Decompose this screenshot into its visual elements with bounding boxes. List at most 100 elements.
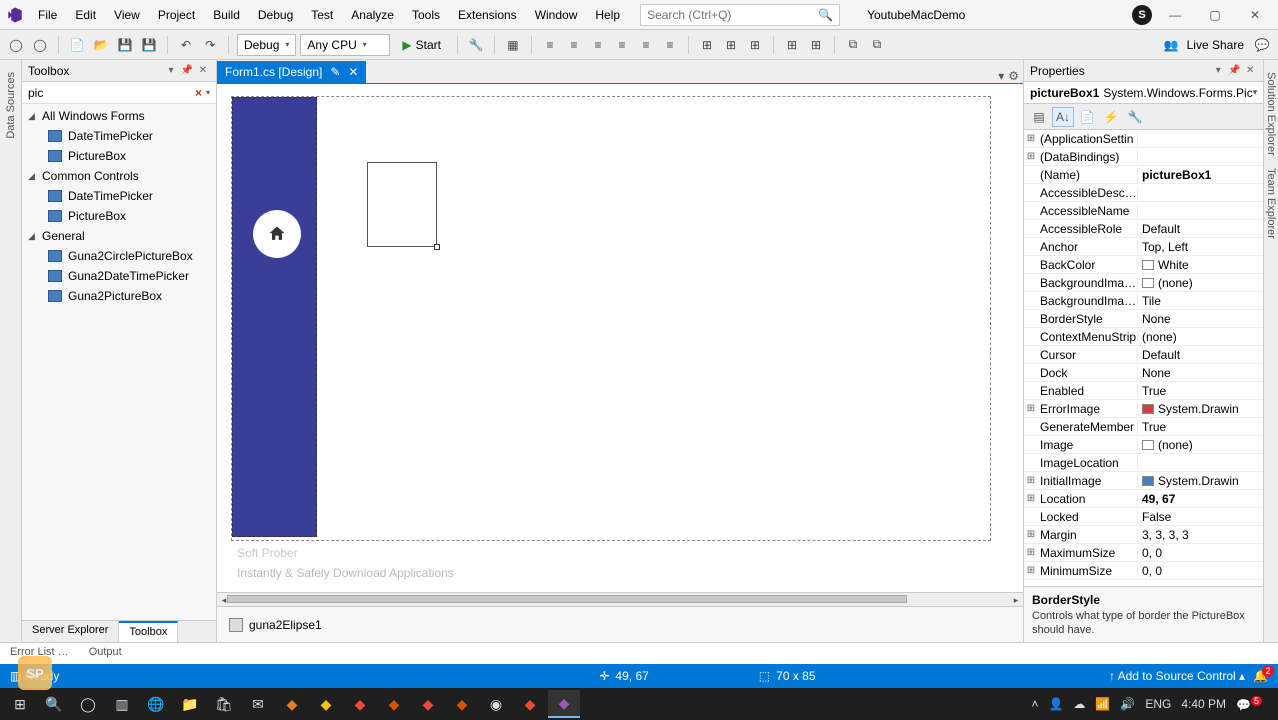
- expand-icon[interactable]: ⊞: [1024, 151, 1038, 162]
- expand-icon[interactable]: ⊞: [1024, 475, 1038, 486]
- events-button[interactable]: ⚡: [1100, 107, 1122, 127]
- expand-icon[interactable]: ⊞: [1024, 565, 1038, 576]
- menu-build[interactable]: Build: [205, 4, 248, 26]
- property-row[interactable]: DockNone: [1024, 364, 1263, 382]
- form-canvas[interactable]: [231, 96, 991, 541]
- menu-help[interactable]: Help: [587, 4, 628, 26]
- taskbar-search-icon[interactable]: 🔍: [38, 690, 70, 718]
- user-avatar[interactable]: S: [1132, 5, 1152, 25]
- menu-extensions[interactable]: Extensions: [450, 4, 525, 26]
- align-4[interactable]: ≡: [612, 35, 632, 55]
- toolbox-item[interactable]: Guna2CirclePictureBox: [22, 246, 216, 266]
- tab-solution-explorer[interactable]: Solution Explorer: [1265, 66, 1277, 162]
- tray-wifi-icon[interactable]: 📶: [1095, 697, 1110, 711]
- app-2-icon[interactable]: ◆: [310, 690, 342, 718]
- property-row[interactable]: BackgroundImage(none): [1024, 274, 1263, 292]
- scroll-right-icon[interactable]: ▸: [1009, 593, 1023, 607]
- sidebar-panel-control[interactable]: [232, 97, 317, 537]
- app-7-icon[interactable]: ◆: [514, 690, 546, 718]
- property-row[interactable]: ⊞MinimumSize0, 0: [1024, 562, 1263, 580]
- expand-icon[interactable]: ⊞: [1024, 547, 1038, 558]
- toolbox-item[interactable]: Guna2PictureBox: [22, 286, 216, 306]
- home-circle-button[interactable]: [253, 210, 301, 258]
- config-dropdown[interactable]: Debug▾: [237, 34, 296, 56]
- toolbox-pin-icon[interactable]: 📌: [180, 65, 194, 76]
- chrome-icon[interactable]: ◉: [480, 690, 512, 718]
- align-5[interactable]: ≡: [636, 35, 656, 55]
- doc-tab-close-icon[interactable]: ✕: [348, 65, 358, 79]
- tab-error-list[interactable]: Error List …: [0, 643, 79, 664]
- align-6[interactable]: ≡: [660, 35, 680, 55]
- platform-dropdown[interactable]: Any CPU▾: [300, 34, 390, 56]
- scroll-thumb[interactable]: [227, 595, 907, 603]
- picturebox-selection[interactable]: [367, 162, 437, 247]
- toolbox-item[interactable]: PictureBox: [22, 206, 216, 226]
- cortana-icon[interactable]: ◯: [72, 690, 104, 718]
- alphabetical-button[interactable]: A↓: [1052, 107, 1074, 127]
- undo-button[interactable]: ↶: [176, 35, 196, 55]
- properties-close-icon[interactable]: ✕: [1243, 65, 1257, 76]
- expand-icon[interactable]: ⊞: [1024, 403, 1038, 414]
- designer-hscrollbar[interactable]: ◂ ▸: [217, 592, 1023, 606]
- save-all-button[interactable]: 💾: [139, 35, 159, 55]
- align-1[interactable]: ≡: [540, 35, 560, 55]
- spacing-2[interactable]: ⊞: [721, 35, 741, 55]
- menu-view[interactable]: View: [106, 4, 148, 26]
- feedback-button[interactable]: 💬: [1252, 35, 1272, 55]
- mail-icon[interactable]: ✉: [242, 690, 274, 718]
- tray-notifications-icon[interactable]: 💬5: [1236, 696, 1262, 712]
- property-row[interactable]: (Name)pictureBox1: [1024, 166, 1263, 184]
- app-5-icon[interactable]: ◆: [412, 690, 444, 718]
- toolbox-group[interactable]: ◢All Windows Forms: [22, 106, 216, 126]
- spacing-5[interactable]: ⊞: [806, 35, 826, 55]
- properties-button[interactable]: 📄: [1076, 107, 1098, 127]
- categorized-button[interactable]: ▤: [1028, 107, 1050, 127]
- search-options-icon[interactable]: ▾: [206, 88, 210, 97]
- property-pages-button[interactable]: 🔧: [1124, 107, 1146, 127]
- task-view-icon[interactable]: ▥: [106, 690, 138, 718]
- spacing-1[interactable]: ⊞: [697, 35, 717, 55]
- live-share-button[interactable]: Live Share: [1187, 38, 1244, 52]
- menu-debug[interactable]: Debug: [250, 4, 301, 26]
- doc-tabs-gear-icon[interactable]: ⚙: [1008, 69, 1019, 83]
- store-icon[interactable]: 🛍: [208, 690, 240, 718]
- order-2[interactable]: ⧉: [867, 35, 887, 55]
- app-1-icon[interactable]: ◆: [276, 690, 308, 718]
- property-row[interactable]: CursorDefault: [1024, 346, 1263, 364]
- nav-back-button[interactable]: ◯: [6, 35, 26, 55]
- doc-tabs-dropdown-icon[interactable]: ▾: [998, 69, 1004, 83]
- toolbox-close-icon[interactable]: ✕: [196, 65, 210, 76]
- order-1[interactable]: ⧉: [843, 35, 863, 55]
- align-3[interactable]: ≡: [588, 35, 608, 55]
- app-4-icon[interactable]: ◆: [378, 690, 410, 718]
- notifications-button[interactable]: 🔔2: [1253, 669, 1268, 683]
- menu-test[interactable]: Test: [303, 4, 341, 26]
- property-row[interactable]: ⊞InitialImageSystem.Drawin: [1024, 472, 1263, 490]
- property-row[interactable]: BackgroundImageTile: [1024, 292, 1263, 310]
- open-button[interactable]: 📂: [91, 35, 111, 55]
- toolbox-options-icon[interactable]: ▾: [164, 65, 178, 76]
- tray-lang-icon[interactable]: ENG: [1145, 697, 1171, 711]
- tool-misc-2[interactable]: ▦: [503, 35, 523, 55]
- expand-icon[interactable]: ⊞: [1024, 133, 1038, 144]
- clear-search-icon[interactable]: ×: [195, 86, 202, 100]
- property-row[interactable]: ImageLocation: [1024, 454, 1263, 472]
- edge-icon[interactable]: 🌐: [140, 690, 172, 718]
- toolbox-item[interactable]: PictureBox: [22, 146, 216, 166]
- maximize-button[interactable]: ▢: [1198, 4, 1232, 26]
- menu-file[interactable]: File: [30, 4, 65, 26]
- tab-data-sources[interactable]: Data Sources: [5, 66, 17, 145]
- expand-icon[interactable]: ⊞: [1024, 493, 1038, 504]
- expand-icon[interactable]: ⊞: [1024, 529, 1038, 540]
- visual-studio-icon[interactable]: ◆: [548, 690, 580, 718]
- align-2[interactable]: ≡: [564, 35, 584, 55]
- property-row[interactable]: AccessibleRoleDefault: [1024, 220, 1263, 238]
- properties-options-icon[interactable]: ▾: [1211, 65, 1225, 76]
- property-row[interactable]: AccessibleDescript: [1024, 184, 1263, 202]
- start-button[interactable]: ▶Start: [394, 34, 449, 56]
- design-surface[interactable]: [217, 84, 1023, 592]
- nav-fwd-button[interactable]: ◯: [30, 35, 50, 55]
- tray-sync-icon[interactable]: ☁: [1073, 697, 1085, 711]
- quick-search[interactable]: 🔍: [640, 4, 840, 26]
- redo-button[interactable]: ↷: [200, 35, 220, 55]
